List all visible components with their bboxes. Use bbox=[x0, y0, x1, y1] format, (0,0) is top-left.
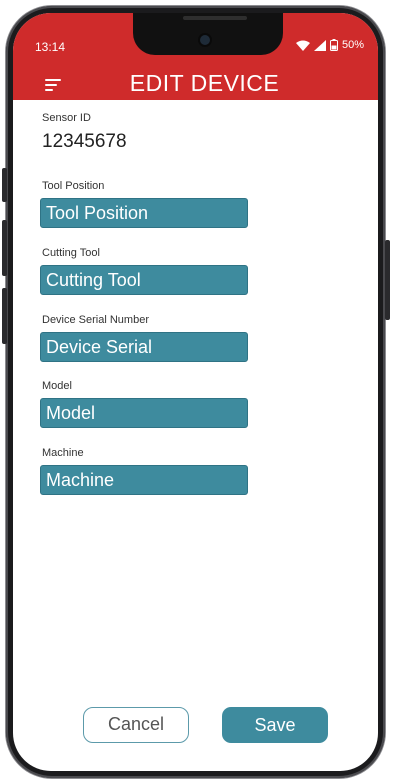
app-header: 13:14 50% EDIT DEVICE bbox=[13, 13, 378, 100]
cutting-tool-field[interactable]: Cutting Tool bbox=[40, 265, 248, 295]
speaker-grille bbox=[183, 16, 247, 20]
save-button[interactable]: Save bbox=[222, 707, 328, 743]
battery-icon bbox=[329, 39, 338, 51]
cancel-button[interactable]: Cancel bbox=[83, 707, 189, 743]
battery-percent: 50% bbox=[341, 39, 364, 51]
machine-label: Machine bbox=[42, 447, 84, 459]
tool-position-label: Tool Position bbox=[42, 180, 105, 192]
device-serial-field[interactable]: Device Serial bbox=[40, 332, 248, 362]
status-time: 13:14 bbox=[35, 40, 66, 54]
model-field[interactable]: Model bbox=[40, 398, 248, 428]
phone-side-button bbox=[2, 168, 7, 202]
tool-position-field[interactable]: Tool Position bbox=[40, 198, 248, 228]
sensor-id-value: 12345678 bbox=[42, 131, 127, 152]
wifi-icon bbox=[295, 40, 310, 51]
cutting-tool-label: Cutting Tool bbox=[42, 247, 100, 259]
model-label: Model bbox=[42, 380, 72, 392]
page-title: EDIT DEVICE bbox=[129, 70, 280, 96]
status-icons: 50% bbox=[295, 38, 364, 52]
front-camera bbox=[200, 35, 210, 45]
phone-volume-up-button bbox=[2, 220, 7, 276]
machine-field[interactable]: Machine bbox=[40, 465, 248, 495]
device-serial-label: Device Serial Number bbox=[42, 314, 149, 326]
phone-screen: 13:14 50% EDIT DEVICE Sensor ID 12345678… bbox=[13, 13, 378, 771]
phone-volume-down-button bbox=[2, 288, 7, 344]
phone-power-button bbox=[385, 240, 390, 320]
sensor-id-label: Sensor ID bbox=[42, 112, 91, 124]
signal-icon bbox=[313, 39, 326, 51]
